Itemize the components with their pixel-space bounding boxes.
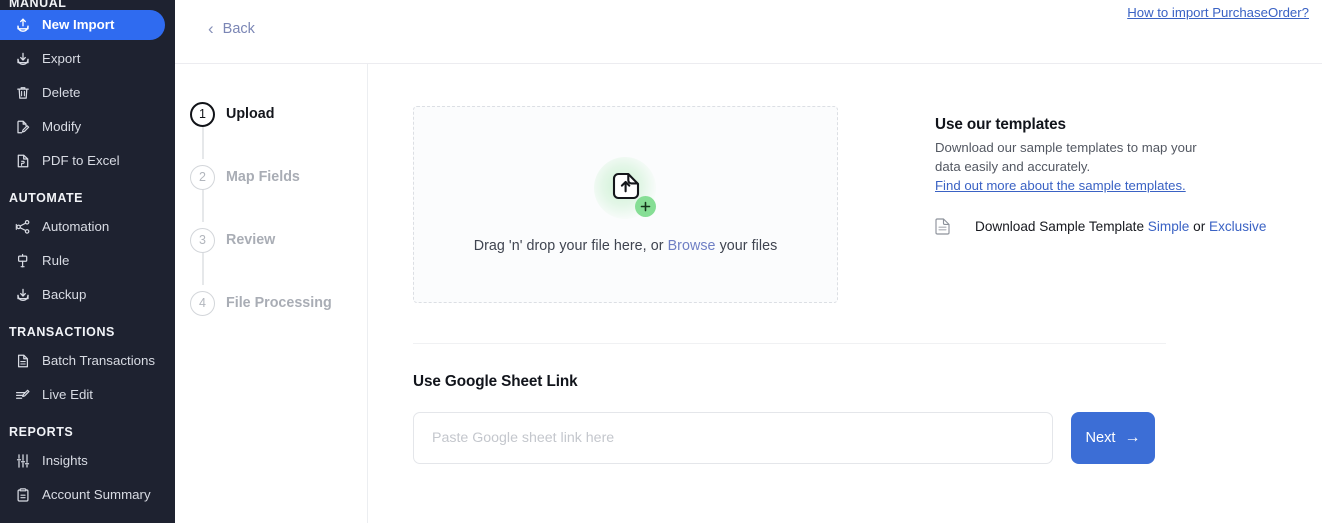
sidebar-item-rule[interactable]: Rule xyxy=(0,246,165,276)
dropzone-text-before: Drag 'n' drop your file here, or xyxy=(473,238,668,254)
file-dropzone[interactable]: Drag 'n' drop your file here, or Browse … xyxy=(413,106,838,303)
file-edit-icon xyxy=(14,119,31,136)
sidebar-item-pdf-to-excel[interactable]: PDF to Excel xyxy=(0,146,165,176)
download-template-text: Download Sample Template Simple or Exclu… xyxy=(975,219,1266,234)
back-button[interactable]: ‹ Back xyxy=(208,20,255,37)
sidebar-item-batch-transactions[interactable]: Batch Transactions xyxy=(0,346,165,376)
step-map-fields[interactable]: 2 Map Fields xyxy=(175,162,367,192)
sidebar-item-new-import[interactable]: New Import xyxy=(0,10,165,40)
sidebar-item-label: Batch Transactions xyxy=(42,353,156,369)
templates-title: Use our templates xyxy=(935,116,1066,133)
how-to-import-link[interactable]: How to import PurchaseOrder? xyxy=(1127,5,1309,20)
sidebar-item-delete[interactable]: Delete xyxy=(0,78,165,108)
content-area: Drag 'n' drop your file here, or Browse … xyxy=(368,64,1322,523)
template-simple-link[interactable]: Simple xyxy=(1148,219,1190,234)
google-sheet-section: Use Google Sheet Link Next → xyxy=(368,344,1322,464)
templates-description: Download our sample templates to map you… xyxy=(935,139,1198,196)
sidebar-item-label: Live Edit xyxy=(42,387,93,403)
step-label: Map Fields xyxy=(226,169,300,185)
sidebar-item-backup[interactable]: Backup xyxy=(0,280,165,310)
sidebar-item-label: Delete xyxy=(42,85,81,101)
import-stepper: 1 Upload 2 Map Fields 3 Review 4 File Processin… xyxy=(175,64,368,523)
sidebar-item-automation[interactable]: Automation xyxy=(0,212,165,242)
sidebar-group-label: AUTOMATE xyxy=(9,191,84,205)
step-number: 4 xyxy=(190,290,215,316)
step-connector xyxy=(202,250,204,285)
step-review[interactable]: 3 Review xyxy=(175,225,367,255)
arrow-right-icon: → xyxy=(1124,429,1141,446)
sidebar-group-label: MANUAL xyxy=(9,0,67,10)
body-split: 1 Upload 2 Map Fields 3 Review 4 File Processin… xyxy=(175,64,1322,523)
sidebar-item-account-summary[interactable]: Account Summary xyxy=(0,480,165,510)
google-sheet-link-input[interactable] xyxy=(413,412,1053,464)
main-area: ‹ Back How to import PurchaseOrder? 1 Upl… xyxy=(175,0,1322,523)
sidebar-item-label: Modify xyxy=(42,119,82,135)
download-arrow-icon xyxy=(14,51,31,68)
download-template-label: Download Sample Template xyxy=(975,218,1148,234)
sidebar-item-modify[interactable]: Modify xyxy=(0,112,165,142)
trash-icon xyxy=(14,85,31,102)
sidebar-group-label: TRANSACTIONS xyxy=(9,325,115,339)
upload-arrow-icon xyxy=(14,17,31,34)
google-sheet-row: Next → xyxy=(413,412,1322,464)
template-or-label: or xyxy=(1189,218,1209,234)
sidebar-item-label: Backup xyxy=(42,287,87,303)
templates-panel: Use our templates Download our sample te… xyxy=(838,106,1266,303)
template-exclusive-link[interactable]: Exclusive xyxy=(1209,219,1266,234)
sidebar-item-label: Export xyxy=(42,51,81,67)
step-number: 1 xyxy=(190,101,215,127)
sidebar-item-label: Account Summary xyxy=(42,487,151,503)
step-connector xyxy=(202,187,204,222)
sliders-icon xyxy=(14,453,31,470)
sidebar-item-label: Rule xyxy=(42,253,70,269)
sidebar-item-insights[interactable]: Insights xyxy=(0,446,165,476)
sidebar-item-live-edit[interactable]: Live Edit xyxy=(0,380,165,410)
sidebar-item-label: New Import xyxy=(42,17,115,33)
dropzone-text: Drag 'n' drop your file here, or Browse … xyxy=(474,238,778,254)
sidebar-group-label: REPORTS xyxy=(9,425,74,439)
pencil-lines-icon xyxy=(14,387,31,404)
step-label: Upload xyxy=(226,106,275,122)
upload-icon-wrapper xyxy=(591,155,661,221)
sidebar-item-label: Automation xyxy=(42,219,110,235)
top-bar: ‹ Back How to import PurchaseOrder? xyxy=(175,0,1322,64)
sidebar: MANUAL New Import Export Delete Modify PDF to… xyxy=(0,0,175,523)
file-icon xyxy=(935,217,950,235)
step-upload[interactable]: 1 Upload xyxy=(175,99,367,129)
back-button-label: Back xyxy=(222,20,255,37)
download-template-row: Download Sample Template Simple or Exclu… xyxy=(935,217,1266,235)
pdf-file-icon xyxy=(14,153,31,170)
document-icon xyxy=(14,353,31,370)
chevron-left-icon: ‹ xyxy=(208,19,214,38)
add-file-plus-icon xyxy=(634,196,656,217)
upload-row: Drag 'n' drop your file here, or Browse … xyxy=(368,64,1322,303)
sidebar-item-export[interactable]: Export xyxy=(0,44,165,74)
step-number: 2 xyxy=(190,164,215,190)
app-root: MANUAL New Import Export Delete Modify PDF to… xyxy=(0,0,1322,523)
sidebar-item-label: Insights xyxy=(42,453,88,469)
next-button[interactable]: Next → xyxy=(1071,412,1155,464)
google-sheet-title: Use Google Sheet Link xyxy=(413,373,578,390)
step-label: File Processing xyxy=(226,295,332,311)
share-nodes-icon xyxy=(14,219,31,236)
clipboard-icon xyxy=(14,487,31,504)
templates-description-text: Download our sample templates to map you… xyxy=(935,140,1197,174)
step-label: Review xyxy=(226,232,276,248)
dropzone-text-after: your files xyxy=(715,238,778,254)
browse-files-link[interactable]: Browse xyxy=(668,238,716,254)
next-button-label: Next xyxy=(1085,430,1116,446)
step-connector xyxy=(202,124,204,159)
download-arrow-icon xyxy=(14,287,31,304)
step-file-processing[interactable]: 4 File Processing xyxy=(175,288,367,318)
step-number: 3 xyxy=(190,227,215,253)
sample-templates-more-link[interactable]: Find out more about the sample templates… xyxy=(935,177,1186,196)
sidebar-item-label: PDF to Excel xyxy=(42,153,120,169)
flag-rule-icon xyxy=(14,253,31,270)
